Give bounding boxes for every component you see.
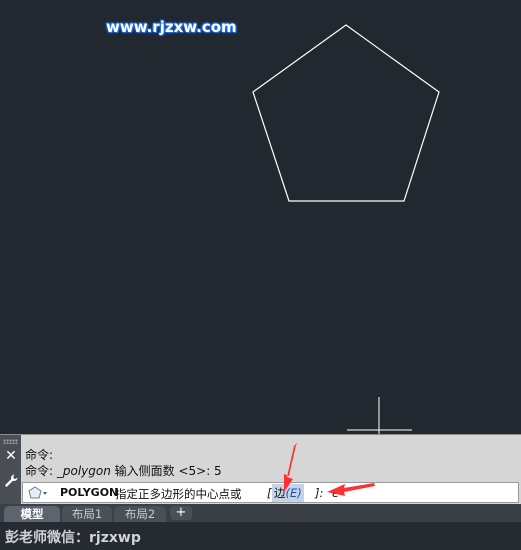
history-line: 命令: _polygon 输入侧面数 <5>: 5 [25,464,517,479]
polygon-icon[interactable] [28,486,48,500]
footer-bar: 彭老师微信：rjzxwp [0,522,521,550]
history-text: 命令: [25,448,54,462]
tab-layout2[interactable]: 布局2 [114,506,166,522]
option-bracket-close: ]: [315,486,324,500]
history-prefix: 命令: [25,464,57,478]
watermark-text: www.rjzxw.com [106,18,237,36]
history-command: _polygon [56,464,111,478]
wrench-icon[interactable] [3,473,19,489]
command-input-field[interactable]: POLYGON 指定正多边形的中心点或 [ 边(E) ]: e [22,482,519,503]
typed-input[interactable]: e [332,486,339,500]
command-line-sidebar: ✕ [0,435,21,505]
option-bracket-open: [ [267,486,272,500]
layout-tab-bar: 模型 布局1 布局2 + [0,504,521,522]
grip-handle[interactable] [3,439,18,444]
command-line-panel: ✕ 命令: 命令: _polygon 输入侧面数 <5>: 5 POLYGON … [0,434,521,505]
command-prompt: 指定正多边形的中心点或 [115,487,242,501]
command-name: POLYGON [60,486,119,499]
option-label: 边 [274,486,286,500]
command-history: 命令: 命令: _polygon 输入侧面数 <5>: 5 [25,435,517,479]
history-line: 命令: [25,448,517,463]
tab-model[interactable]: 模型 [4,506,60,522]
close-icon[interactable]: ✕ [4,449,18,463]
tab-layout1[interactable]: 布局1 [62,506,112,522]
history-rest: 输入侧面数 <5>: 5 [110,464,222,478]
footer-watermark-text: 彭老师微信：rjzxwp [5,530,141,546]
drawing-canvas[interactable]: www.rjzxw.com [0,0,521,434]
option-key: (E) [285,486,302,500]
edge-option-button[interactable]: 边(E) [272,484,304,502]
add-layout-button[interactable]: + [170,506,192,520]
crosshair-cursor [347,397,412,434]
